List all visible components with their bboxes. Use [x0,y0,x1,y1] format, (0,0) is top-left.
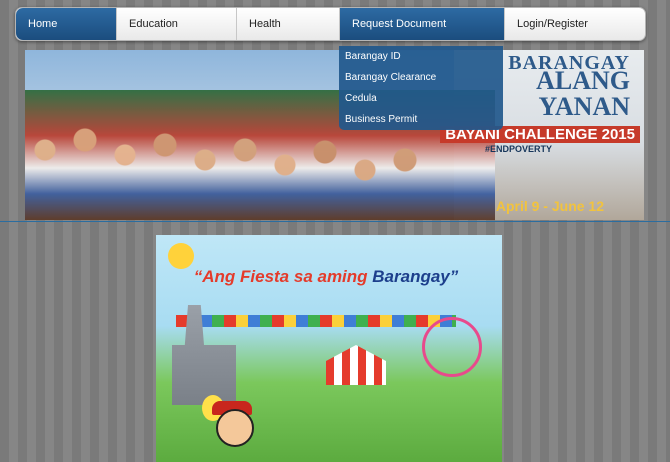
hero-banner: BARANGAY ALANG YANAN BAYANI CHALLENGE 20… [25,50,644,220]
nav-request-document[interactable]: Request Document [340,8,505,40]
bunting-flags [176,315,456,327]
poster-title-part2: Barangay” [372,267,459,286]
main-nav: Home Education Health Request Document L… [15,7,646,41]
dropdown-item-cedula[interactable]: Cedula [339,88,503,109]
kid-illustration [216,409,254,447]
tent-illustration [326,345,386,385]
dropdown-item-business-permit[interactable]: Business Permit [339,109,503,130]
poster-title-part1: “Ang Fiesta sa aming [193,267,373,286]
poster-title: “Ang Fiesta sa aming Barangay” [176,267,476,287]
dropdown-item-barangay-clearance[interactable]: Barangay Clearance [339,67,503,88]
banner-line3: YANAN [538,92,631,121]
nav-home[interactable]: Home [16,8,117,40]
ferris-wheel-illustration [422,317,482,377]
banner-hashtag: #ENDPOVERTY [484,144,552,154]
dropdown-item-barangay-id[interactable]: Barangay ID [339,46,503,67]
banner-dates: April 9 - June 12 [495,198,604,214]
nav-login-register[interactable]: Login/Register [505,8,645,40]
sun-icon [168,243,194,269]
nav-health[interactable]: Health [237,8,340,40]
request-document-dropdown: Barangay ID Barangay Clearance Cedula Bu… [339,46,503,130]
separator-line [0,221,670,222]
nav-education[interactable]: Education [117,8,237,40]
fiesta-poster: “Ang Fiesta sa aming Barangay” [156,235,502,462]
